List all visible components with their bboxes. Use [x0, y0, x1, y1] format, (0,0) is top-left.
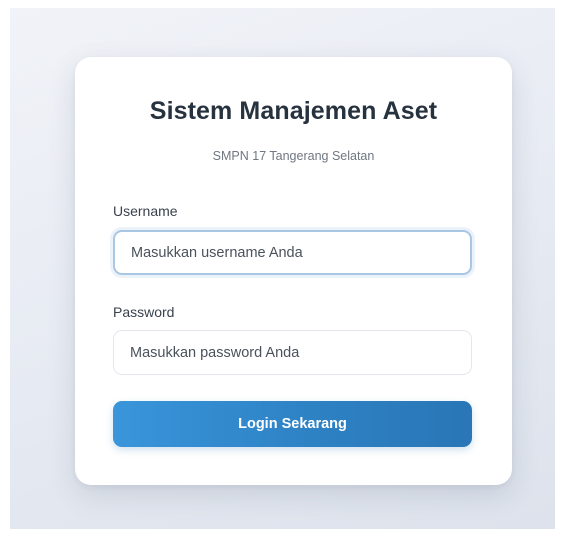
login-button[interactable]: Login Sekarang — [113, 401, 472, 447]
username-input[interactable] — [113, 230, 472, 275]
username-label: Username — [113, 203, 178, 219]
login-card: Sistem Manajemen Aset SMPN 17 Tangerang … — [75, 57, 512, 485]
page-background: Sistem Manajemen Aset SMPN 17 Tangerang … — [10, 8, 555, 529]
page-title: Sistem Manajemen Aset — [149, 97, 438, 125]
school-subtitle: SMPN 17 Tangerang Selatan — [212, 149, 375, 163]
password-label: Password — [113, 304, 175, 320]
password-input[interactable] — [113, 330, 472, 375]
